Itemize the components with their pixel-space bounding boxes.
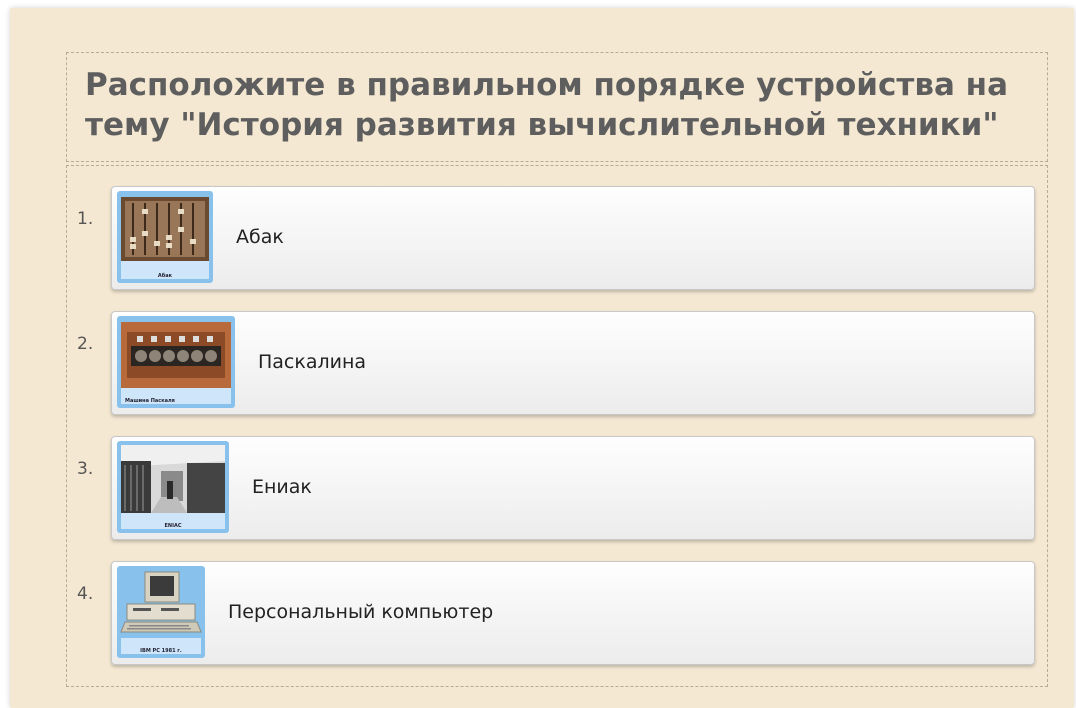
ibm-pc-image: IBM PC 1981 г. xyxy=(117,566,205,658)
list-item: 3. ENIAC Ениак xyxy=(67,416,1049,540)
quiz-panel: Расположите в правильном порядке устройс… xyxy=(10,8,1074,708)
sortable-list: 1. Абак Абак 2. Машина Паскаля Паскалина… xyxy=(66,165,1048,687)
item-label: Абак xyxy=(236,226,284,248)
item-number: 4. xyxy=(77,584,94,604)
item-label: Паскалина xyxy=(258,351,367,373)
list-item: 2. Машина Паскаля Паскалина xyxy=(67,291,1049,415)
item-number: 1. xyxy=(77,209,94,229)
item-number: 3. xyxy=(77,459,94,479)
draggable-card-eniac[interactable]: ENIAC Ениак xyxy=(111,436,1035,540)
draggable-card-pascaline[interactable]: Машина Паскаля Паскалина xyxy=(111,311,1035,415)
image-caption: Машина Паскаля xyxy=(125,398,175,404)
image-caption: ENIAC xyxy=(164,523,182,529)
list-item: 1. Абак Абак xyxy=(67,166,1049,290)
item-number: 2. xyxy=(77,334,94,354)
draggable-card-abacus[interactable]: Абак Абак xyxy=(111,186,1035,290)
list-item: 4. IBM PC 1981 г. Персональный компьютер xyxy=(67,541,1049,665)
image-caption: IBM PC 1981 г. xyxy=(140,648,182,654)
question-box: Расположите в правильном порядке устройс… xyxy=(66,52,1048,162)
question-title: Расположите в правильном порядке устройс… xyxy=(85,67,1008,143)
draggable-card-personal-computer[interactable]: IBM PC 1981 г. Персональный компьютер xyxy=(111,561,1035,665)
item-label: Ениак xyxy=(252,476,312,498)
image-caption: Абак xyxy=(157,273,173,279)
eniac-image: ENIAC xyxy=(117,441,229,533)
abacus-image: Абак xyxy=(117,191,213,283)
pascaline-image: Машина Паскаля xyxy=(117,316,235,408)
item-label: Персональный компьютер xyxy=(228,601,494,623)
